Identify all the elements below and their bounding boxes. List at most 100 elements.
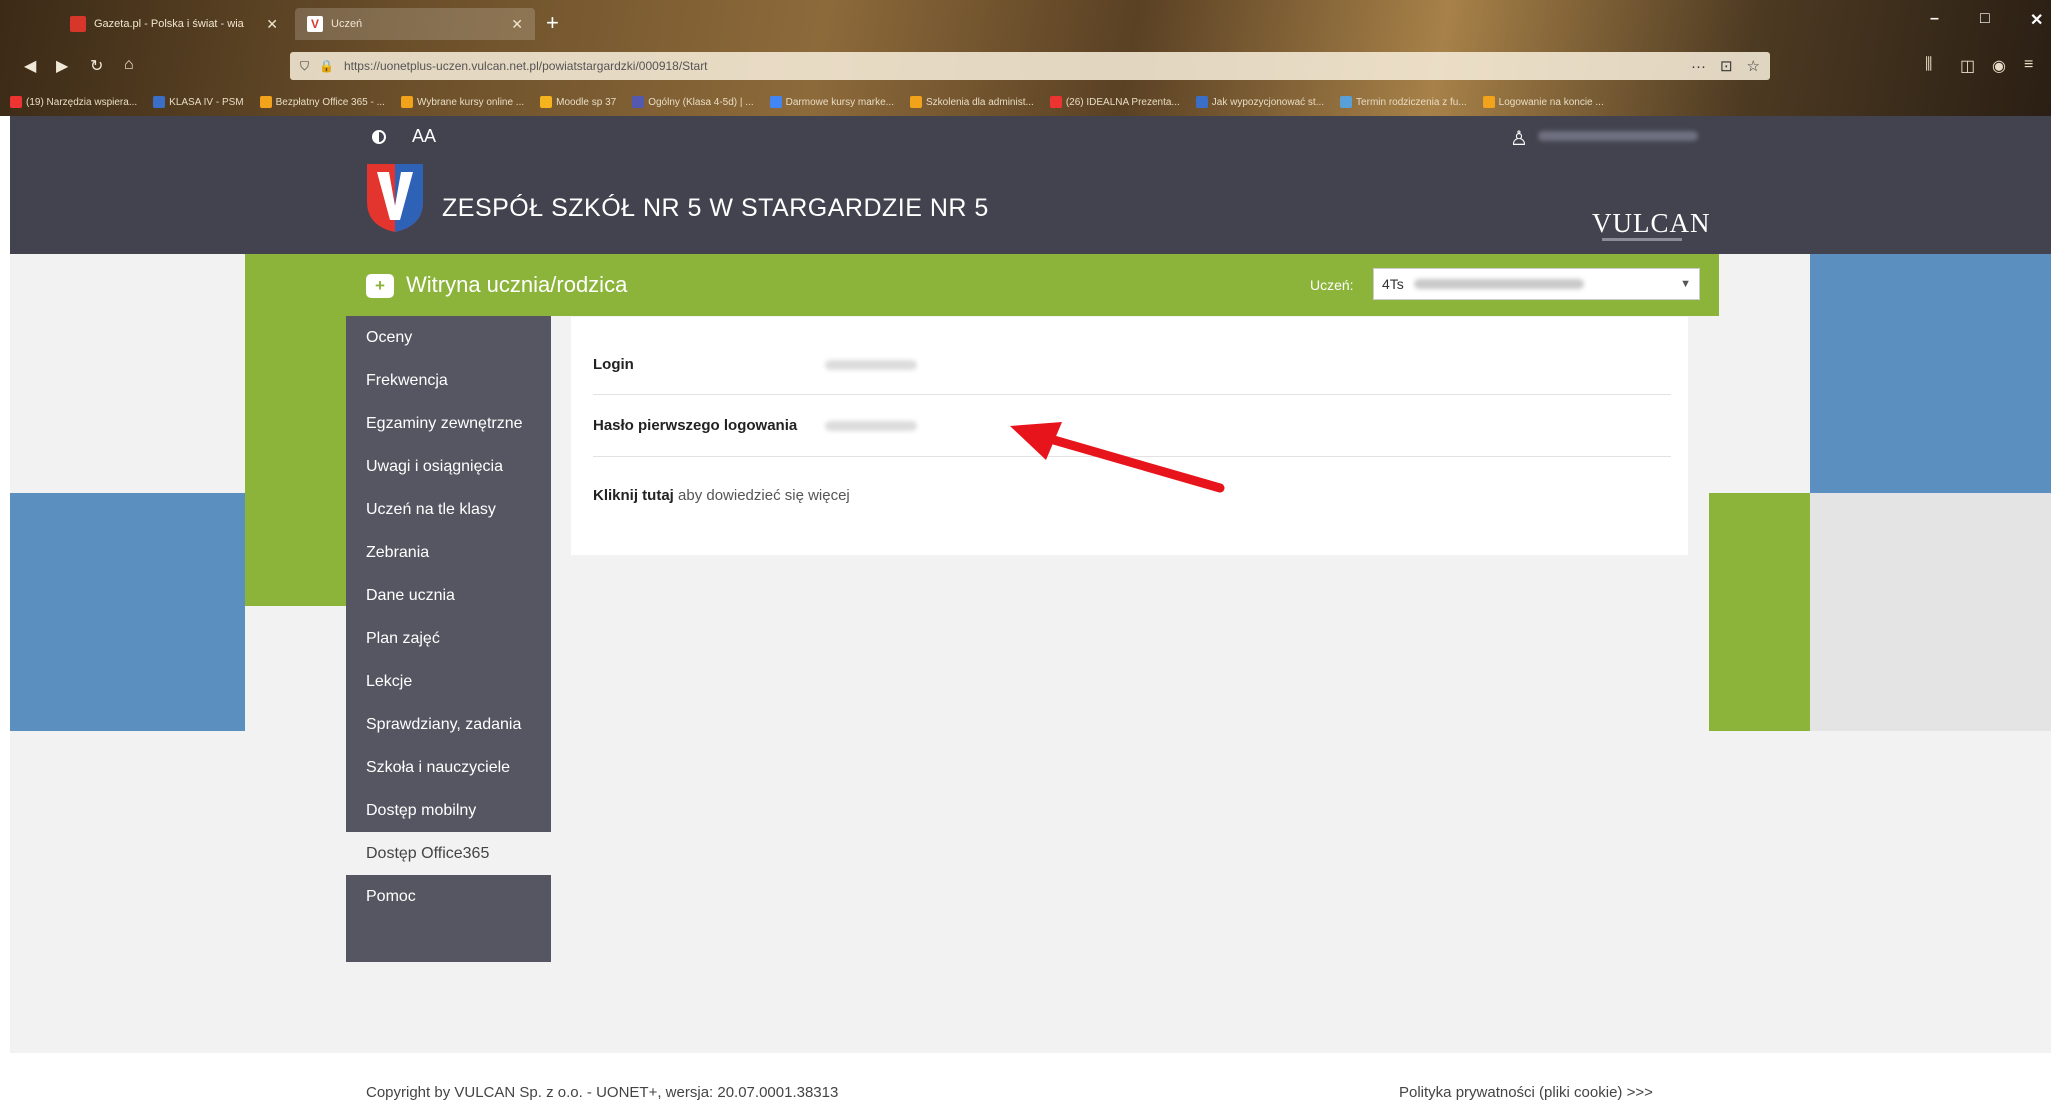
library-icon[interactable]: ⫼ (1925, 56, 1932, 74)
back-icon[interactable]: ◀ (24, 56, 36, 76)
school-logo-icon[interactable] (365, 162, 425, 234)
page-title: Witryna ucznia/rodzica (406, 272, 628, 297)
bookmark-item[interactable]: Wybrane kursy online ... (400, 96, 524, 108)
sidebar-item-pomoc[interactable]: Pomoc (346, 875, 551, 918)
bookmark-favicon-icon (259, 96, 272, 108)
gazeta-favicon-icon (70, 16, 86, 32)
bookmark-favicon-icon (909, 96, 922, 108)
bookmark-favicon-icon (1049, 96, 1062, 108)
minimize-icon[interactable]: – (1930, 10, 1939, 28)
password-label: Hasło pierwszego logowania (593, 417, 798, 434)
browser-tab-uczen[interactable]: V Uczeń ✕ (295, 8, 535, 40)
sidebar-item-dane-ucznia[interactable]: Dane ucznia (346, 574, 551, 617)
sidebar-item-dostep-mobilny[interactable]: Dostęp mobilny (346, 789, 551, 832)
privacy-policy-link[interactable]: Polityka prywatności (pliki cookie) >>> (1399, 1084, 1653, 1101)
reload-icon[interactable]: ↻ (90, 56, 103, 76)
sidebar-item-zebrania[interactable]: Zebrania (346, 531, 551, 574)
bookmark-label: Termin rodziczenia z fu... (1356, 96, 1467, 108)
bookmark-item[interactable]: KLASA IV - PSM (153, 96, 244, 108)
url-text: https://uonetplus-uczen.vulcan.net.pl/po… (343, 59, 708, 73)
sidebar-item-uwagi[interactable]: Uwagi i osiągnięcia (346, 445, 551, 488)
close-tab-icon[interactable]: ✕ (266, 16, 278, 33)
deco-block-blue (1810, 254, 2051, 493)
bookmark-favicon-icon (153, 96, 166, 108)
bookmark-item[interactable]: Termin rodziczenia z fu... (1340, 96, 1467, 108)
bookmark-label: Moodle sp 37 (556, 96, 617, 108)
bookmark-favicon-icon (10, 96, 22, 108)
font-size-toggle[interactable]: AA (412, 126, 436, 147)
site-header: AA ♙ ZESPÓŁ SZKÓŁ NR 5 W STARGARDZIE NR … (10, 116, 2051, 254)
deco-block (10, 254, 245, 376)
bookmarks-bar: (19) Narzędzia wspiera... KLASA IV - PSM B… (0, 90, 2051, 114)
close-tab-icon[interactable]: ✕ (511, 16, 523, 33)
bookmark-item[interactable]: Szkolenia dla administ... (909, 96, 1034, 108)
user-icon[interactable]: ♙ (1510, 126, 1528, 151)
sidebar-menu: Oceny Frekwencja Egzaminy zewnętrzne Uwa… (346, 316, 551, 962)
bookmark-star-icon[interactable]: ☆ (1747, 57, 1760, 75)
sidebar-item-uczen-na-tle-klasy[interactable]: Uczeń na tle klasy (346, 488, 551, 531)
address-bar[interactable]: ⛉ 🔒 https://uonetplus-uczen.vulcan.net.p… (290, 52, 1770, 80)
password-value-blurred (825, 420, 917, 431)
sidebar-item-oceny[interactable]: Oceny (346, 316, 551, 359)
bookmark-label: (19) Narzędzia wspiera... (26, 96, 138, 108)
tab-label: Gazeta.pl - Polska i świat - wia (94, 18, 244, 30)
sidebar-item-plan-zajec[interactable]: Plan zajęć (346, 617, 551, 660)
vulcan-logo-tagline (1602, 238, 1682, 241)
chat-icon: + (366, 274, 394, 298)
sidebar-item-frekwencja[interactable]: Frekwencja (346, 359, 551, 402)
lock-icon[interactable]: 🔒 (319, 59, 334, 73)
sidebar-item-lekcje[interactable]: Lekcje (346, 660, 551, 703)
bookmark-item[interactable]: Logowanie na koncie ... (1482, 96, 1604, 108)
click-here-link[interactable]: Kliknij tutaj (593, 487, 674, 504)
bookmark-item[interactable]: Moodle sp 37 (540, 96, 616, 108)
bookmark-label: Darmowe kursy marke... (785, 96, 894, 108)
bookmark-favicon-icon (1195, 96, 1208, 108)
student-label: Uczeń: (1310, 277, 1354, 293)
contrast-icon[interactable] (372, 130, 386, 144)
bookmark-item[interactable]: Darmowe kursy marke... (769, 96, 894, 108)
shield-icon[interactable]: ⛉ (300, 59, 309, 74)
home-icon[interactable]: ⌂ (124, 56, 134, 74)
bookmark-item[interactable]: (26) IDEALNA Prezenta... (1049, 96, 1180, 108)
bookmark-label: KLASA IV - PSM (169, 96, 244, 108)
sidebar-item-sprawdziany[interactable]: Sprawdziany, zadania (346, 703, 551, 746)
bookmark-label: Bezpłatny Office 365 - ... (275, 96, 385, 108)
school-name: ZESPÓŁ SZKÓŁ NR 5 W STARGARDZIE NR 5 (442, 194, 989, 222)
browser-chrome: Gazeta.pl - Polska i świat - wia ✕ V Ucz… (0, 0, 2051, 116)
sidebar-footer (346, 918, 551, 962)
bookmark-item[interactable]: Bezpłatny Office 365 - ... (259, 96, 385, 108)
bookmark-label: Logowanie na koncie ... (1498, 96, 1604, 108)
account-icon[interactable]: ◉ (1992, 56, 2006, 76)
deco-block-green (245, 316, 346, 606)
bookmark-label: Jak wypozycjonować st... (1211, 96, 1325, 108)
bookmark-item[interactable]: Jak wypozycjonować st... (1195, 96, 1325, 108)
menu-icon[interactable]: ≡ (2024, 56, 2033, 74)
forward-icon[interactable]: ▶ (56, 56, 68, 76)
sidebar-item-dostep-office365[interactable]: Dostęp Office365 (346, 832, 551, 875)
pocket-icon[interactable]: ⊡ (1720, 57, 1733, 75)
bookmark-favicon-icon (1482, 96, 1495, 108)
page-actions-icon[interactable]: ··· (1691, 58, 1706, 75)
login-label: Login (593, 356, 634, 373)
more-info-text: Kliknij tutaj aby dowiedzieć się więcej (593, 487, 850, 504)
login-row: Login (593, 335, 1671, 395)
bookmark-item[interactable]: (19) Narzędzia wspiera... (10, 96, 137, 108)
tab-bar: Gazeta.pl - Polska i świat - wia ✕ V Ucz… (0, 0, 2051, 40)
maximize-icon[interactable]: □ (1980, 10, 1990, 28)
bookmark-item[interactable]: Ogólny (Klasa 4-5d) | ... (632, 96, 754, 108)
bookmark-favicon-icon (632, 96, 645, 108)
browser-tab-gazeta[interactable]: Gazeta.pl - Polska i świat - wia ✕ (58, 8, 290, 40)
sidebar-item-egzaminy[interactable]: Egzaminy zewnętrzne (346, 402, 551, 445)
new-tab-button[interactable]: + (546, 10, 559, 36)
red-arrow-annotation (1010, 422, 1225, 493)
sidebar-item-szkola[interactable]: Szkoła i nauczyciele (346, 746, 551, 789)
close-window-icon[interactable]: ✕ (2030, 10, 2043, 30)
sidebar-toggle-icon[interactable]: ◫ (1960, 56, 1975, 76)
login-value-blurred (825, 359, 917, 370)
user-email-blurred[interactable] (1538, 131, 1698, 141)
copyright-text: Copyright by VULCAN Sp. z o.o. - UONET+,… (366, 1084, 839, 1101)
vulcan-logo[interactable]: VULCAN (1592, 208, 1711, 239)
student-name-blurred (1413, 279, 1584, 289)
student-select[interactable]: 4Ts ▼ (1373, 268, 1700, 300)
bookmark-label: Szkolenia dla administ... (925, 96, 1034, 108)
